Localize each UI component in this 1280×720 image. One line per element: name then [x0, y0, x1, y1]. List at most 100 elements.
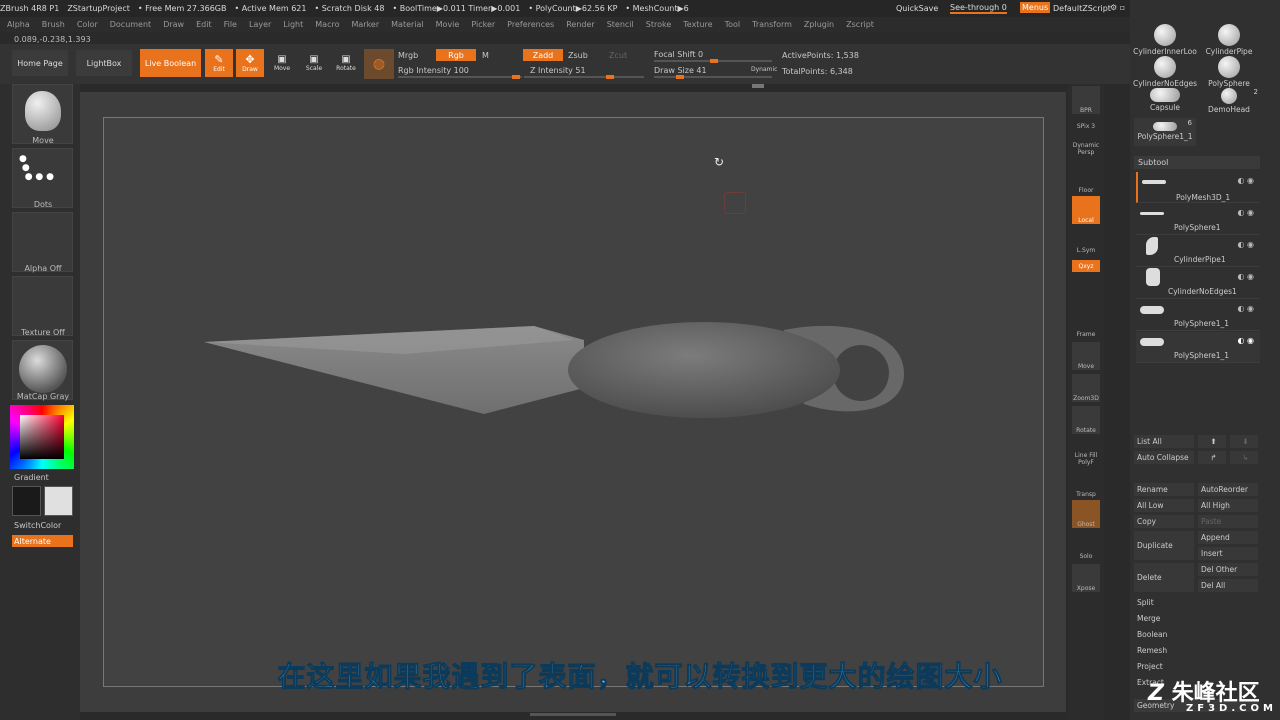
menu-marker[interactable]: Marker — [351, 20, 379, 29]
z-intensity-slider[interactable] — [524, 75, 644, 79]
menu-draw[interactable]: Draw — [163, 20, 184, 29]
subtool-item[interactable]: ◐ ◉ CylinderNoEdges1 — [1136, 268, 1260, 299]
color-picker[interactable] — [10, 405, 74, 469]
qxyz-button[interactable]: Qxyz — [1072, 260, 1100, 272]
visibility-eye-icon[interactable]: ◐ ◉ — [1237, 304, 1254, 313]
del-other-button[interactable]: Del Other — [1198, 563, 1258, 576]
mrgb-button[interactable]: Mrgb — [398, 51, 418, 60]
menu-brush[interactable]: Brush — [42, 20, 65, 29]
del-all-button[interactable]: Del All — [1198, 579, 1258, 592]
menu-tool[interactable]: Tool — [725, 20, 741, 29]
tool-tile[interactable]: CylinderPipe — [1194, 24, 1264, 56]
visibility-eye-icon[interactable]: ◐ ◉ — [1237, 336, 1254, 345]
move-button[interactable]: ▣ Move — [270, 49, 294, 77]
all-low-button[interactable]: All Low — [1134, 499, 1194, 512]
menu-render[interactable]: Render — [566, 20, 594, 29]
zoom3d-button[interactable]: Zoom3D — [1072, 374, 1100, 402]
bpr-button[interactable]: BPR — [1072, 86, 1100, 114]
draw-button[interactable]: ✥ Draw — [236, 49, 264, 77]
tool-tile[interactable]: CylinderNoEdges — [1130, 56, 1200, 88]
subtool-item[interactable]: ◐ ◉ PolySphere1 — [1136, 204, 1260, 235]
scale-button[interactable]: ▣ Scale — [302, 49, 326, 77]
visibility-eye-icon[interactable]: ◐ ◉ — [1237, 208, 1254, 217]
duplicate-button[interactable]: Duplicate — [1134, 531, 1194, 560]
menu-picker[interactable]: Picker — [471, 20, 495, 29]
primary-color-swatch[interactable] — [12, 486, 41, 516]
auto-reorder-button[interactable]: AutoReorder — [1198, 483, 1258, 496]
alternate-button[interactable]: Alternate — [12, 535, 73, 547]
append-button[interactable]: Append — [1198, 531, 1258, 544]
menu-movie[interactable]: Movie — [436, 20, 460, 29]
tool-tile[interactable]: Capsule — [1130, 88, 1200, 112]
live-boolean-button[interactable]: Live Boolean — [140, 49, 201, 77]
spix-button[interactable]: SPix 3 — [1072, 116, 1100, 130]
move-down-icon[interactable]: ⬇ — [1230, 435, 1258, 448]
canvas-scroll-handle[interactable] — [752, 84, 764, 88]
draw-size-slider[interactable] — [654, 75, 772, 79]
edit-button[interactable]: ✎ Edit — [205, 49, 233, 77]
menu-color[interactable]: Color — [77, 20, 98, 29]
document-viewport[interactable]: ↻ — [103, 117, 1044, 687]
delete-button[interactable]: Delete — [1134, 563, 1194, 592]
move-view-button[interactable]: Move — [1072, 342, 1100, 370]
menu-zplugin[interactable]: Zplugin — [804, 20, 834, 29]
arrow-icon[interactable]: ↱ — [1198, 451, 1226, 464]
zcut-button[interactable]: Zcut — [609, 51, 627, 60]
menu-macro[interactable]: Macro — [315, 20, 339, 29]
dynamic-button[interactable]: Dynamic — [751, 66, 777, 73]
transp-button[interactable]: Transp — [1072, 470, 1100, 498]
subtool-item[interactable]: ◐ ◉ PolyMesh3D_1 — [1136, 172, 1260, 203]
boolean-section[interactable]: Boolean — [1134, 628, 1258, 641]
brush-slot[interactable] — [12, 84, 73, 144]
auto-collapse-button[interactable]: Auto Collapse — [1134, 451, 1194, 464]
visibility-eye-icon[interactable]: ◐ ◉ — [1237, 240, 1254, 249]
all-high-button[interactable]: All High — [1198, 499, 1258, 512]
polyf-button[interactable]: Line Fill PolyF — [1072, 438, 1100, 466]
menu-alpha[interactable]: Alpha — [7, 20, 30, 29]
m-button[interactable]: M — [482, 51, 489, 60]
menu-zscript[interactable]: Zscript — [846, 20, 874, 29]
bottom-scroll-handle[interactable] — [530, 713, 616, 716]
home-page-button[interactable]: Home Page — [12, 50, 68, 76]
tool-tile[interactable]: CylinderInnerLoo — [1130, 24, 1200, 56]
quicksave-button[interactable]: QuickSave — [896, 4, 938, 13]
rotate-button[interactable]: ▣ Rotate — [334, 49, 358, 77]
remesh-section[interactable]: Remesh — [1134, 644, 1258, 657]
menu-document[interactable]: Document — [110, 20, 151, 29]
list-all-button[interactable]: List All — [1134, 435, 1194, 448]
subtool-item[interactable]: ◐ ◉ PolySphere1_1 — [1136, 300, 1260, 331]
stroke-slot[interactable]: ● ● ● ● ● — [12, 148, 73, 208]
visibility-eye-icon[interactable]: ◐ ◉ — [1237, 176, 1254, 185]
switchcolor-button[interactable]: SwitchColor — [14, 521, 61, 530]
menu-transform[interactable]: Transform — [752, 20, 792, 29]
menu-layer[interactable]: Layer — [249, 20, 271, 29]
floor-button[interactable]: Floor — [1072, 166, 1100, 194]
focal-shift-slider[interactable] — [654, 59, 772, 63]
subtool-item[interactable]: ◐ ◉ CylinderPipe1 — [1136, 236, 1260, 267]
menu-texture[interactable]: Texture — [683, 20, 712, 29]
tool-tile[interactable]: PolySphere1_1 6 — [1134, 118, 1196, 146]
frame-button[interactable]: Frame — [1072, 310, 1100, 338]
split-section[interactable]: Split — [1134, 596, 1258, 609]
secondary-color-swatch[interactable] — [44, 486, 73, 516]
tool-tile[interactable]: PolySphere — [1194, 56, 1264, 88]
menu-material[interactable]: Material — [391, 20, 424, 29]
rename-button[interactable]: Rename — [1134, 483, 1194, 496]
insert-button[interactable]: Insert — [1198, 547, 1258, 560]
lsym-button[interactable]: L.Sym — [1072, 232, 1100, 254]
color-square[interactable] — [20, 415, 64, 459]
solo-button[interactable]: Solo — [1072, 532, 1100, 560]
menu-preferences[interactable]: Preferences — [507, 20, 554, 29]
tool-tile[interactable]: DemoHead 2 — [1194, 88, 1264, 114]
script-button[interactable]: DefaultZScript — [1053, 4, 1111, 13]
subtool-header[interactable]: Subtool — [1134, 156, 1260, 169]
project-section[interactable]: Project — [1134, 660, 1258, 673]
menu-stroke[interactable]: Stroke — [646, 20, 672, 29]
ghost-button[interactable]: Ghost — [1072, 500, 1100, 528]
merge-section[interactable]: Merge — [1134, 612, 1258, 625]
material-swatch-icon[interactable]: ◍ — [364, 49, 394, 79]
menu-file[interactable]: File — [224, 20, 237, 29]
zadd-button[interactable]: Zadd — [523, 49, 563, 61]
menu-light[interactable]: Light — [283, 20, 303, 29]
menu-stencil[interactable]: Stencil — [607, 20, 634, 29]
